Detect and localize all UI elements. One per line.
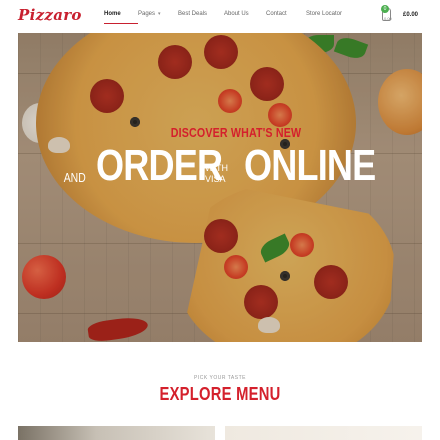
nav-item-contact[interactable]: Contact: [266, 11, 306, 17]
nav-label: Home: [104, 11, 121, 17]
hero-visa-label: VISA: [205, 173, 226, 184]
hero-and-label: AND: [63, 170, 86, 185]
nav-label: Pages: [138, 11, 156, 17]
site-logo[interactable]: Pizzaro: [18, 6, 82, 24]
nav-label: Best Deals: [178, 11, 208, 17]
section-kicker: PICK YOUR TASTE: [194, 375, 246, 381]
nav-item-home[interactable]: Home: [104, 11, 138, 24]
menu-card[interactable]: [18, 426, 215, 440]
hero-online-label: ONLINE: [244, 141, 376, 190]
cart-count-badge: 0: [381, 5, 389, 13]
menu-card[interactable]: [225, 426, 422, 440]
nav-label: Contact: [266, 11, 287, 17]
hero-subtitle: DISCOVER WHAT'S NEW: [170, 125, 302, 140]
hero-order-label: ORDER: [96, 141, 223, 190]
nav-label: About Us: [224, 11, 249, 17]
chevron-down-icon: ▾: [158, 11, 161, 17]
nav-item-best-deals[interactable]: Best Deals: [178, 11, 224, 17]
hero-banner[interactable]: DISCOVER WHAT'S NEW AND ORDER WITH VISA …: [18, 33, 422, 342]
cart-total[interactable]: £0.00: [403, 12, 418, 18]
cart-button[interactable]: 0: [380, 5, 394, 24]
site-header: Pizzaro Home Pages ▾ Best Deals About Us…: [0, 0, 440, 33]
cart-subtotal: 0.00: [384, 16, 392, 21]
hero-with-label: WITH: [205, 163, 228, 173]
section-title: EXPLORE MENU: [159, 384, 281, 404]
nav-item-store-locator[interactable]: Store Locator: [306, 11, 358, 17]
main-nav: Home Pages ▾ Best Deals About Us Contact…: [104, 11, 358, 24]
nav-item-about-us[interactable]: About Us: [224, 11, 266, 17]
nav-item-pages[interactable]: Pages ▾: [138, 11, 178, 17]
hero-with-visa: WITH VISA: [205, 163, 228, 185]
nav-label: Store Locator: [306, 11, 343, 17]
